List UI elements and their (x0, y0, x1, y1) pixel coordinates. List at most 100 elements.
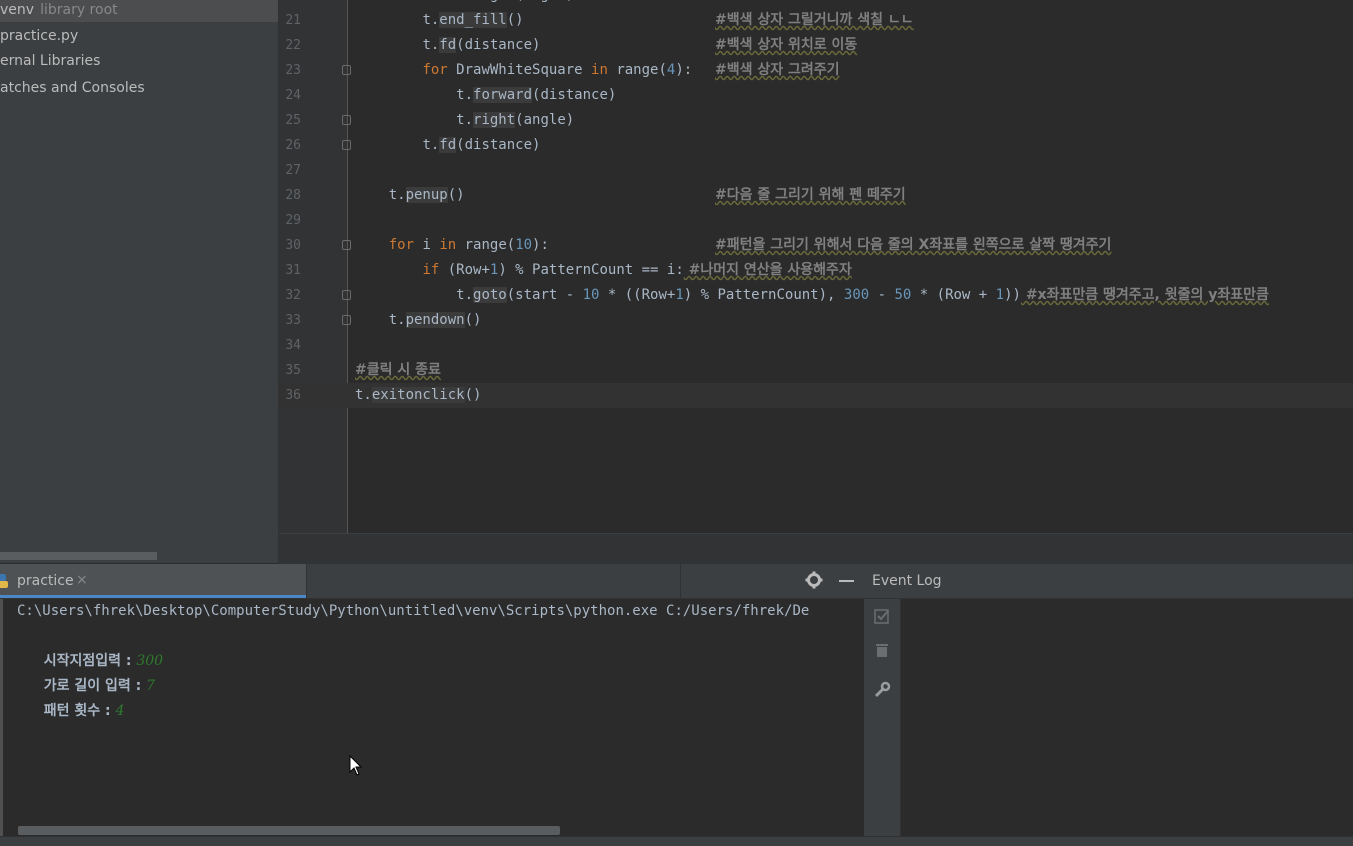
code-line: 29 (279, 208, 1353, 233)
tab-label: practice (17, 573, 74, 589)
fold-marker-icon[interactable] (342, 140, 351, 150)
trash-icon[interactable] (873, 641, 891, 659)
tree-item-label: venv (0, 2, 35, 18)
line-number: 21 (285, 13, 301, 28)
event-log-title: Event Log (872, 573, 942, 589)
close-icon[interactable]: × (76, 572, 88, 588)
code-line: 22 t.fd(distance) #백색 상자 위치로 이동 (279, 33, 1353, 58)
code-line: 23 for DrawWhiteSquare in range(4): #백색 상… (279, 58, 1353, 83)
mouse-cursor-icon (349, 755, 363, 776)
code-comment: #다음 줄 그리기 위해 펜 떼주기 (715, 187, 906, 203)
code-line: 33 t.pendown() (279, 308, 1353, 333)
code-comment: #x좌표만큼 땡겨주고, 윗줄의 y좌표만큼 (1020, 287, 1269, 303)
line-number: 34 (285, 338, 301, 353)
line-number: 28 (285, 188, 301, 203)
event-log-toolbar (864, 599, 901, 836)
console-scrollbar[interactable] (18, 826, 560, 835)
fold-marker-icon[interactable] (342, 65, 351, 75)
code-text: t.penup() (388, 187, 465, 203)
code-text: t.goto(start - 10 * ((Row+1) % PatternCo… (456, 287, 1269, 303)
code-comment: #패턴을 그리기 위해서 다음 줄의 X좌표를 왼쪽으로 살짝 땡겨주기 (715, 237, 1112, 253)
console-prompt-line: 가로 길이 입력 : 7 (17, 649, 155, 694)
line-number: 33 (285, 313, 301, 328)
line-number: 30 (285, 238, 301, 253)
active-tab-indicator (0, 595, 306, 598)
tree-item-scratches[interactable]: atches and Consoles (0, 76, 145, 100)
fold-marker-icon[interactable] (342, 115, 351, 125)
code-text: t.fd(distance) (422, 137, 541, 153)
tree-item-venv[interactable]: venv library root (0, 0, 278, 22)
line-number: 27 (285, 163, 301, 178)
code-line: 34 (279, 333, 1353, 358)
gear-icon[interactable] (805, 571, 823, 589)
mark-read-icon[interactable] (873, 607, 891, 625)
fold-marker-icon[interactable] (342, 290, 351, 300)
run-panel-header: practice × (0, 564, 864, 599)
console-prompt-line: 시작지점입력 : 300 (17, 624, 163, 669)
minimize-icon[interactable] (839, 580, 854, 582)
code-text: for DrawWhiteSquare in range(4): (422, 62, 693, 78)
code-text: for i in range(10): (388, 237, 549, 253)
code-line: 32 t.goto(start - 10 * ((Row+1) % Patter… (279, 283, 1353, 308)
event-log-header: Event Log (864, 564, 1353, 599)
console-prompt-line: 패턴 횟수 : 4 (17, 674, 125, 719)
line-number: 22 (285, 38, 301, 53)
code-comment: #백색 상자 위치로 이동 (715, 37, 858, 53)
code-comment: #클릭 시 종료 (355, 362, 441, 378)
code-line: t.right(angle) (279, 0, 1353, 8)
python-icon (0, 574, 8, 588)
code-line: 21 t.end_fill() #백색 상자 그릴거니까 색칠 ㄴㄴ (279, 8, 1353, 33)
code-text: t.forward(distance) (456, 87, 617, 103)
line-number: 35 (285, 363, 301, 378)
tree-item-hint: library root (40, 2, 118, 18)
prompt-input-value: 7 (146, 678, 155, 694)
run-panel: practice × C:\Users\fhrek\Desktop\Comput… (0, 564, 864, 836)
project-tree-scrollbar[interactable] (0, 552, 157, 560)
line-number: 36 (285, 388, 301, 403)
tree-item-label: ernal Libraries (0, 53, 101, 69)
code-comment: #백색 상자 그려주기 (715, 62, 840, 78)
code-text: t.right(angle) (355, 0, 574, 8)
code-line: 27 (279, 158, 1353, 183)
code-comment: #나머지 연산을 사용해주자 (683, 262, 852, 278)
code-line: 36 t.exitonclick() (279, 383, 1353, 408)
line-number: 31 (285, 263, 301, 278)
editor-bottom-strip (279, 533, 1353, 564)
tree-item-label: practice.py (0, 28, 79, 44)
line-number: 25 (285, 113, 301, 128)
fold-marker-icon[interactable] (342, 315, 351, 325)
line-number: 23 (285, 63, 301, 78)
wrench-icon[interactable] (873, 681, 891, 699)
code-line: 25 t.right(angle) (279, 108, 1353, 133)
code-comment: #백색 상자 그릴거니까 색칠 ㄴㄴ (715, 12, 914, 28)
code-text: t.end_fill() (422, 12, 524, 28)
line-number: 24 (285, 88, 301, 103)
line-number: 29 (285, 213, 301, 228)
fold-marker-icon[interactable] (342, 240, 351, 250)
line-number: 32 (285, 288, 301, 303)
tab-practice[interactable]: practice × (0, 564, 307, 598)
code-editor[interactable]: t.right(angle) 21 t.end_fill() #백색 상자 그릴거니… (279, 0, 1353, 533)
line-number: 26 (285, 138, 301, 153)
tree-item-practice-py[interactable]: practice.py (0, 24, 78, 48)
code-text: t.exitonclick() (355, 387, 482, 403)
code-line: 28 t.penup() #다음 줄 그리기 위해 펜 떼주기 (279, 183, 1353, 208)
code-text: t.right(angle) (456, 112, 575, 128)
code-line: 26 t.fd(distance) (279, 133, 1353, 158)
code-text: t.pendown() (388, 312, 482, 328)
code-text: t.fd(distance) (422, 37, 541, 53)
prompt-input-value: 4 (115, 703, 125, 719)
console-command-line: C:\Users\fhrek\Desktop\ComputerStudy\Pyt… (17, 603, 810, 619)
tab-placeholder (307, 564, 681, 598)
code-text: if (Row+1) % PatternCount == i: #나머지 연산을… (422, 262, 852, 278)
tree-item-label: atches and Consoles (0, 80, 145, 96)
project-tree-panel: venv library root practice.py ernal Libra… (0, 0, 279, 563)
console-output[interactable]: C:\Users\fhrek\Desktop\ComputerStudy\Pyt… (0, 599, 864, 836)
prompt-label: 패턴 횟수 : (43, 703, 116, 719)
code-line: 30 for i in range(10): #패턴을 그리기 위해서 다음 줄의… (279, 233, 1353, 258)
tree-item-external-libraries[interactable]: ernal Libraries (0, 49, 100, 73)
code-line: 24 t.forward(distance) (279, 83, 1353, 108)
code-line: 31 if (Row+1) % PatternCount == i: #나머지 … (279, 258, 1353, 283)
code-line: 35 #클릭 시 종료 (279, 358, 1353, 383)
event-log-panel: Event Log (864, 564, 1353, 836)
